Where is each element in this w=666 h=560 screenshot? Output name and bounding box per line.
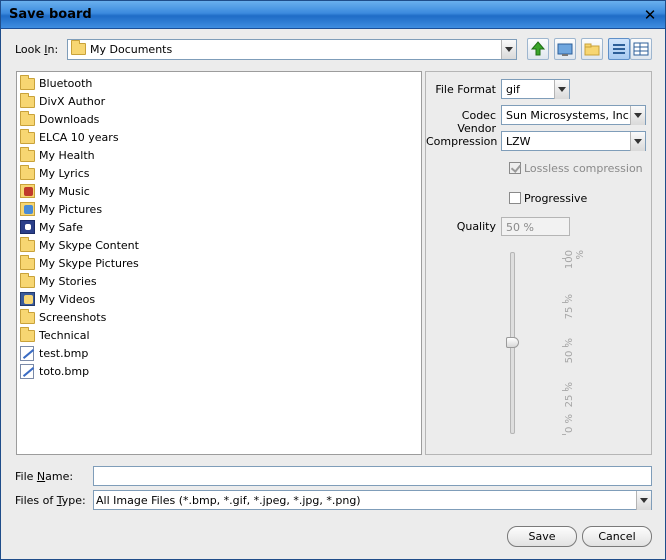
chevron-down-icon[interactable] <box>636 491 651 510</box>
list-item[interactable]: Bluetooth <box>19 74 269 92</box>
folder-icon <box>20 147 35 162</box>
file-format-combo[interactable]: gif <box>501 79 570 99</box>
pictures-folder-icon <box>20 202 35 216</box>
save-board-dialog: Save board ✕ Look In: My Documents Bluet… <box>0 0 666 560</box>
folder-icon <box>20 327 35 342</box>
list-item[interactable]: My Lyrics <box>19 164 269 182</box>
file-type-label: Files of Type: <box>15 494 86 507</box>
dialog-title: Save board <box>9 7 92 22</box>
compression-combo[interactable]: LZW <box>501 131 646 151</box>
bmp-file-icon <box>20 346 34 361</box>
progressive-checkbox[interactable] <box>509 192 521 204</box>
folder-icon <box>71 40 86 55</box>
chevron-down-icon[interactable] <box>554 80 569 99</box>
lossless-checkbox[interactable] <box>509 162 521 174</box>
folder-icon <box>20 75 35 90</box>
cancel-button[interactable]: Cancel <box>582 526 652 547</box>
slider-tick-label: 100 % <box>564 250 586 270</box>
list-item[interactable]: My Skype Content <box>19 236 269 254</box>
slider-tick-label: 50 % <box>564 338 575 364</box>
codec-vendor-label: Codec Vendor <box>457 109 496 135</box>
list-item[interactable]: My Pictures <box>19 200 269 218</box>
list-item[interactable]: test.bmp <box>19 344 269 362</box>
list-item[interactable]: DivX Author <box>19 92 269 110</box>
list-item[interactable]: Technical <box>19 326 269 344</box>
details-view-button[interactable] <box>630 38 652 60</box>
up-one-level-icon <box>530 41 546 56</box>
list-item[interactable]: My Skype Pictures <box>19 254 269 272</box>
desktop-icon <box>557 43 573 56</box>
list-item[interactable]: My Health <box>19 146 269 164</box>
list-item[interactable]: My Stories <box>19 272 269 290</box>
chevron-down-icon[interactable] <box>630 106 645 125</box>
list-item[interactable]: Downloads <box>19 110 269 128</box>
desktop-button[interactable] <box>554 38 576 60</box>
details-view-icon <box>633 42 649 56</box>
save-button[interactable]: Save <box>507 526 577 547</box>
folder-icon <box>20 93 35 108</box>
new-folder-button[interactable] <box>581 38 603 60</box>
image-options-panel: File Format gif Codec Vendor Sun Microsy… <box>425 71 652 455</box>
slider-tick-label: 25 % <box>564 382 575 408</box>
bmp-file-icon <box>20 364 34 379</box>
list-view-icon <box>613 44 625 54</box>
list-item[interactable]: My Safe <box>19 218 269 236</box>
quality-field[interactable]: 50 % <box>501 217 570 236</box>
list-item[interactable]: My Videos <box>19 290 269 308</box>
folder-icon <box>20 309 35 324</box>
compression-label: Compression <box>426 135 498 148</box>
list-item[interactable]: toto.bmp <box>19 362 269 380</box>
folder-icon <box>20 165 35 180</box>
title-bar[interactable]: Save board ✕ <box>1 1 665 29</box>
music-folder-icon <box>20 184 35 198</box>
quality-slider-thumb[interactable] <box>506 337 519 348</box>
file-name-input[interactable] <box>93 466 652 486</box>
list-view-button[interactable] <box>608 38 630 60</box>
file-list[interactable]: Bluetooth DivX Author Downloads ELCA 10 … <box>16 71 422 455</box>
look-in-label: Look In: <box>15 43 59 56</box>
file-name-label: File Name: <box>15 470 74 483</box>
up-one-level-button[interactable] <box>527 38 549 60</box>
chevron-down-icon[interactable] <box>501 40 516 59</box>
folder-icon <box>20 129 35 144</box>
file-type-combo[interactable]: All Image Files (*.bmp, *.gif, *.jpeg, *… <box>93 490 652 510</box>
slider-tick-label: 0 % <box>564 414 575 434</box>
safe-icon <box>20 220 35 234</box>
folder-icon <box>20 273 35 288</box>
chevron-down-icon[interactable] <box>630 132 645 151</box>
new-folder-icon <box>584 43 600 56</box>
look-in-combo[interactable]: My Documents <box>67 39 517 60</box>
close-icon[interactable]: ✕ <box>641 6 659 24</box>
folder-icon <box>20 255 35 270</box>
look-in-value: My Documents <box>90 43 173 56</box>
file-type-value: All Image Files (*.bmp, *.gif, *.jpeg, *… <box>96 494 361 507</box>
list-item[interactable]: Screenshots <box>19 308 269 326</box>
file-format-label: File Format <box>435 83 496 96</box>
slider-tick-label: 75 % <box>564 294 575 320</box>
list-item[interactable]: ELCA 10 years <box>19 128 269 146</box>
videos-folder-icon <box>20 292 35 306</box>
folder-icon <box>20 237 35 252</box>
progressive-label: Progressive <box>524 192 588 205</box>
folder-icon <box>20 111 35 126</box>
list-item[interactable]: My Music <box>19 182 269 200</box>
codec-vendor-combo[interactable]: Sun Microsystems, Inc. <box>501 105 646 125</box>
lossless-label: Lossless compression <box>524 162 643 175</box>
quality-label: Quality <box>456 220 496 233</box>
